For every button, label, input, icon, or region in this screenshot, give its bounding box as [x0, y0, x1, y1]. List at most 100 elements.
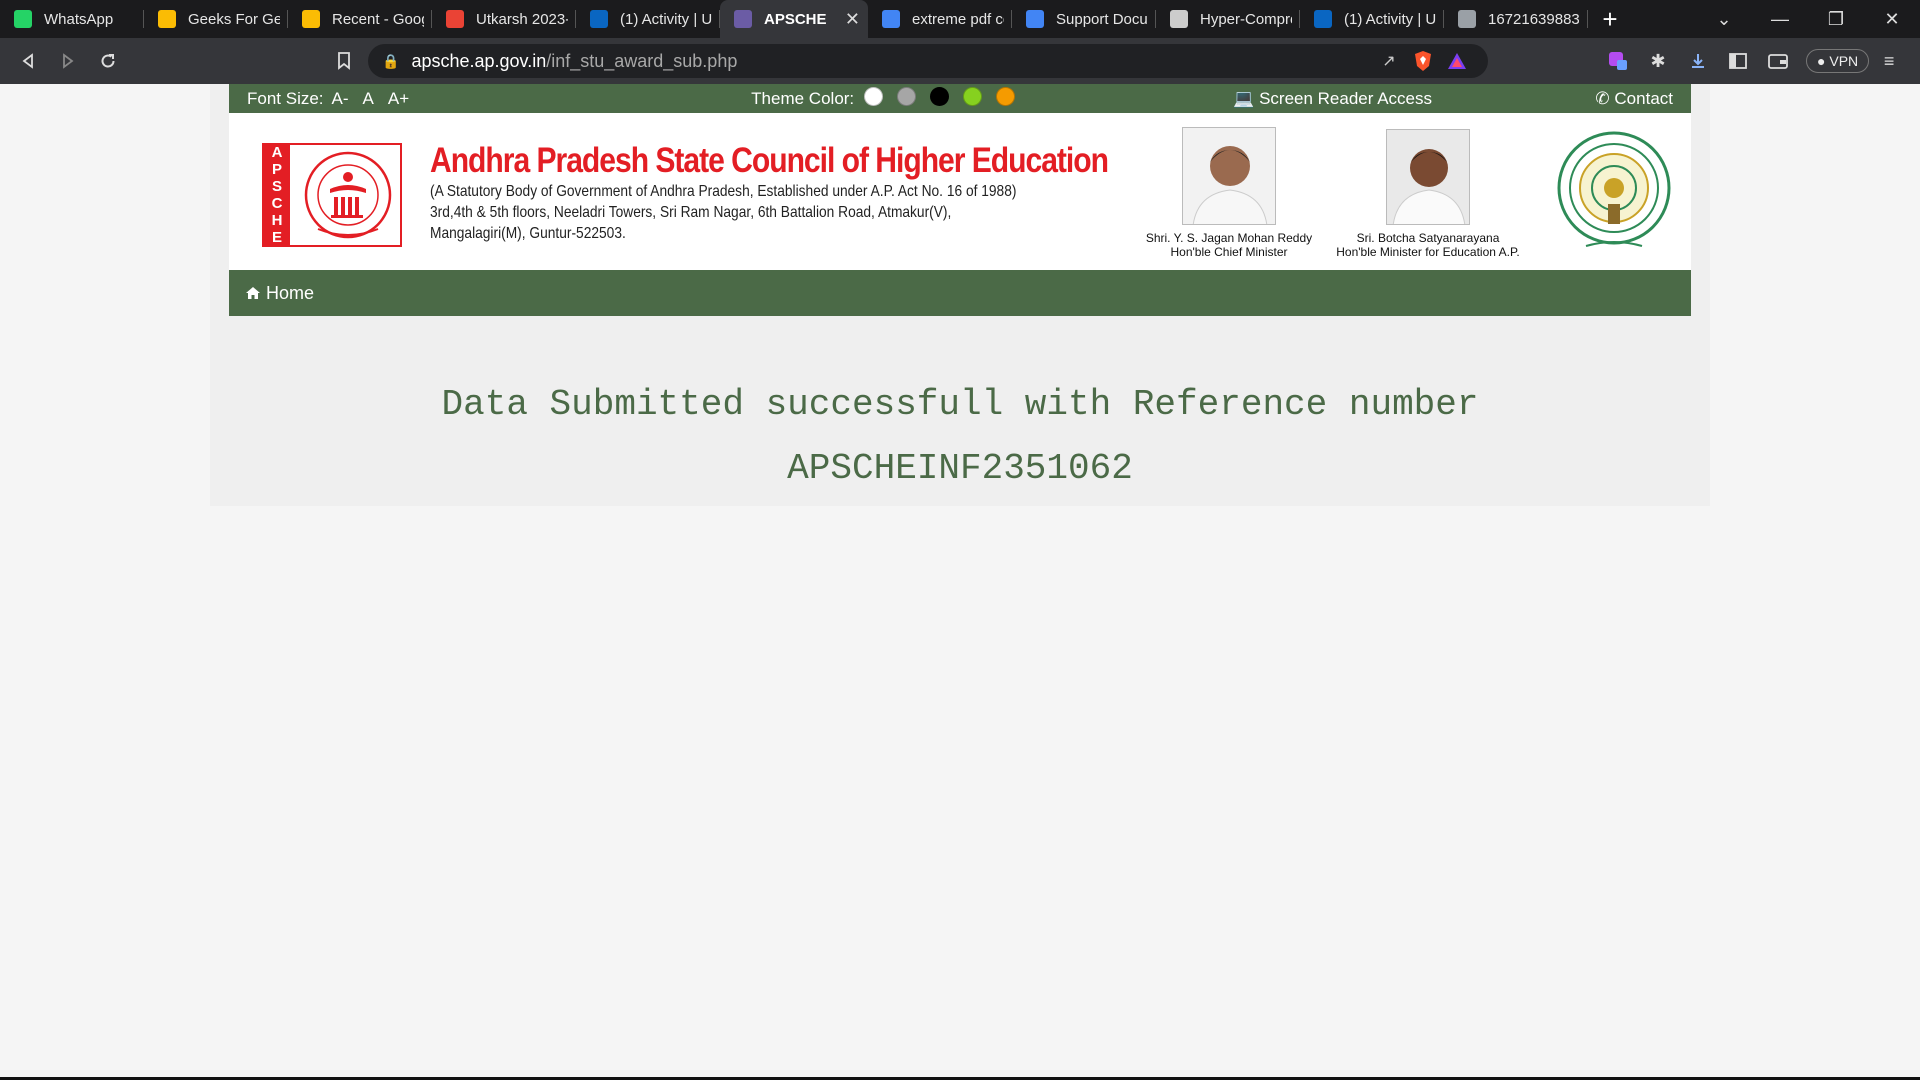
- theme-color-swatch[interactable]: [864, 86, 884, 106]
- ap-government-seal-icon: [1557, 131, 1671, 247]
- browser-toolbar: 🔒 apsche.ap.gov.in/inf_stu_award_sub.php…: [0, 38, 1920, 84]
- browser-tab-strip: WhatsApp Geeks For Geeks Recent - Google Ut…: [0, 0, 1920, 38]
- apsche-logo[interactable]: APSCHE: [262, 143, 402, 247]
- font-size-label: Font Size:: [247, 88, 324, 108]
- tab-title: (1) Activity | Ud: [1344, 10, 1436, 28]
- pinwheel-icon: [446, 10, 464, 28]
- logo-letter: E: [271, 229, 282, 246]
- linkedin-icon: [590, 10, 608, 28]
- url-path: /inf_stu_award_sub.php: [546, 50, 738, 71]
- tab-title: Support Docum: [1056, 10, 1148, 28]
- home-icon: [245, 286, 261, 300]
- browser-tab[interactable]: Utkarsh 2023-: [432, 0, 576, 38]
- browser-tab[interactable]: APSCHE ✕: [720, 0, 868, 38]
- font-normal-button[interactable]: A: [363, 89, 374, 109]
- tab-title: (1) Activity | Ud: [620, 10, 712, 28]
- address-line-1: 3rd,4th & 5th floors, Neeladri Towers, S…: [430, 204, 952, 221]
- browser-tab[interactable]: Geeks For Geeks: [144, 0, 288, 38]
- tab-search-chevron-icon[interactable]: ⌄: [1696, 0, 1752, 38]
- extension-puzzle-color-icon[interactable]: [1598, 50, 1638, 72]
- success-message: Data Submitted successfull with Referenc…: [441, 384, 1479, 425]
- close-window-button[interactable]: ✕: [1864, 0, 1920, 38]
- linkedin-icon: [1314, 10, 1332, 28]
- menu-icon[interactable]: ≡: [1869, 51, 1909, 72]
- extensions-icon[interactable]: ✱: [1638, 51, 1678, 72]
- phone-icon: ✆: [1595, 88, 1610, 108]
- paper-icon: [1170, 10, 1188, 28]
- tab-title: APSCHE: [764, 10, 827, 28]
- reload-button[interactable]: [88, 41, 128, 81]
- browser-tab[interactable]: Recent - Google: [288, 0, 432, 38]
- drive-icon: [302, 10, 320, 28]
- theme-color-options: [864, 86, 1029, 111]
- apsche-emblem-icon: [304, 151, 392, 239]
- page-container: Font Size: A- A A+ Theme Color: 💻 Screen…: [210, 84, 1710, 506]
- forward-button[interactable]: [48, 41, 88, 81]
- logo-letter: P: [271, 161, 282, 178]
- downloads-icon[interactable]: [1678, 52, 1718, 70]
- forward-arrow-icon: [63, 53, 74, 69]
- tab-title: 16721639883: [1488, 10, 1580, 28]
- browser-tab[interactable]: extreme pdf co: [868, 0, 1012, 38]
- accessibility-bar: Font Size: A- A A+ Theme Color: 💻 Screen…: [229, 84, 1691, 113]
- tab-title: extreme pdf co: [912, 10, 1004, 28]
- theme-color-swatch[interactable]: [996, 86, 1016, 106]
- education-minister-photo: [1386, 129, 1470, 225]
- back-button[interactable]: [8, 41, 48, 81]
- google-icon: [882, 10, 900, 28]
- tab-title: Utkarsh 2023-: [476, 10, 568, 28]
- education-minister-role: Hon'ble Minister for Education A.P.: [1336, 245, 1520, 259]
- theme-color-label: Theme Color:: [751, 88, 855, 108]
- site-header: APSCHE Andhra Pradesh State Council of H…: [229, 113, 1691, 270]
- main-navbar: Home: [229, 270, 1691, 316]
- new-tab-button[interactable]: +: [1588, 0, 1632, 38]
- share-icon[interactable]: ↗: [1372, 51, 1406, 71]
- tab-title: Recent - Google: [332, 10, 424, 28]
- browser-tab[interactable]: Support Docum: [1012, 0, 1156, 38]
- browser-tab[interactable]: (1) Activity | Ud: [576, 0, 720, 38]
- address-line-2: Mangalagiri(M), Guntur-522503.: [430, 225, 626, 242]
- chief-minister-role: Hon'ble Chief Minister: [1170, 245, 1288, 259]
- wallet-icon[interactable]: [1758, 53, 1798, 69]
- font-increase-button[interactable]: A+: [388, 89, 409, 109]
- minimize-button[interactable]: —: [1752, 0, 1808, 38]
- browser-tab[interactable]: Hyper-Compre: [1156, 0, 1300, 38]
- drive-icon: [158, 10, 176, 28]
- tab-title: Hyper-Compre: [1200, 10, 1292, 28]
- brave-shield-icon[interactable]: [1406, 50, 1440, 72]
- tab-list: WhatsApp Geeks For Geeks Recent - Google Ut…: [0, 0, 1588, 38]
- vpn-button[interactable]: ● VPN: [1806, 49, 1870, 73]
- theme-color-swatch[interactable]: [897, 86, 917, 106]
- back-arrow-icon: [22, 53, 33, 69]
- browser-tab[interactable]: 16721639883: [1444, 0, 1588, 38]
- brave-rewards-icon[interactable]: [1440, 52, 1474, 70]
- contact-label: Contact: [1614, 88, 1673, 108]
- organization-title: Andhra Pradesh State Council of Higher E…: [430, 141, 1109, 180]
- bookmark-button[interactable]: [328, 52, 360, 70]
- chief-minister-photo: [1182, 127, 1276, 225]
- browser-tab[interactable]: (1) Activity | Ud: [1300, 0, 1444, 38]
- reload-icon: [101, 54, 115, 68]
- close-tab-icon[interactable]: ✕: [845, 9, 860, 30]
- education-minister-card: Sri. Botcha Satyanarayana Hon'ble Minist…: [1323, 129, 1533, 259]
- screen-reader-label: Screen Reader Access: [1259, 88, 1432, 108]
- vpn-label: VPN: [1829, 53, 1859, 69]
- screen-reader-icon: 💻: [1233, 88, 1255, 108]
- nav-home-link[interactable]: Home: [266, 283, 314, 304]
- tab-title: WhatsApp: [44, 10, 114, 28]
- globe-icon: [1458, 10, 1476, 28]
- logo-letter: H: [271, 212, 283, 229]
- apsche-icon: [734, 10, 752, 28]
- url-host: apsche.ap.gov.in: [411, 50, 547, 71]
- contact-link[interactable]: ✆ Contact: [1595, 89, 1673, 109]
- theme-color-swatch[interactable]: [963, 86, 983, 106]
- education-minister-name: Sri. Botcha Satyanarayana: [1356, 231, 1500, 245]
- browser-tab[interactable]: WhatsApp: [0, 0, 144, 38]
- restore-button[interactable]: ❐: [1808, 0, 1864, 38]
- font-decrease-button[interactable]: A-: [332, 89, 349, 109]
- sidebar-icon[interactable]: [1718, 53, 1758, 69]
- address-bar[interactable]: 🔒 apsche.ap.gov.in/inf_stu_award_sub.php…: [368, 44, 1488, 78]
- theme-color-swatch[interactable]: [930, 86, 950, 106]
- screen-reader-link[interactable]: 💻 Screen Reader Access: [1233, 89, 1432, 109]
- chief-minister-card: Shri. Y. S. Jagan Mohan Reddy Hon'ble Ch…: [1129, 127, 1329, 259]
